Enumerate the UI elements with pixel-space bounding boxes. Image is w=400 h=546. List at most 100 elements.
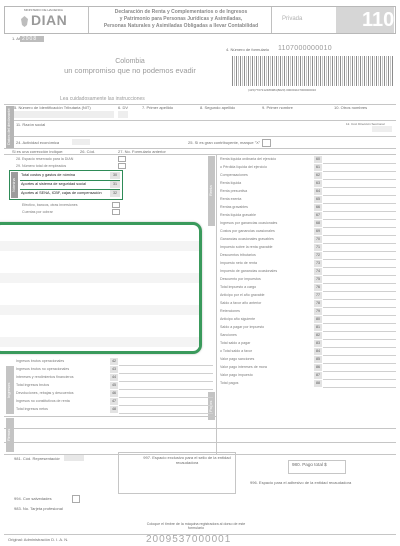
right-row-64-field[interactable] [323,188,396,196]
right-row-75-field[interactable] [323,276,396,284]
right-row-85-field[interactable] [323,356,396,364]
left-row-29-label: 29. Número total de empleados [16,164,67,168]
nomina-row-30-num: 30 [110,172,120,179]
right-row-68-num: 68 [314,220,322,227]
section-nomina: Nómina [11,172,18,198]
right-row-84-num: 84 [314,348,322,355]
divider [4,442,396,443]
right-row-87-label: Valor pago impuesto [220,373,253,377]
left-row-29-field[interactable] [118,163,126,169]
right-row-88-field[interactable] [323,380,396,388]
left-row-33-field[interactable] [112,202,120,208]
section-datos-label: Datos del declarante [6,108,11,146]
right-row-79-field[interactable] [323,308,396,316]
right-row-76-field[interactable] [323,284,396,292]
right-row-65-field[interactable] [323,196,396,204]
left-row-42-num: 42 [110,358,118,365]
right-row-78-num: 78 [314,300,322,307]
instructions-note: Lea cuidadosamente las instrucciones [60,96,145,102]
right-row-82-num: 82 [314,332,322,339]
left-row-44-label: Intereses y rendimientos financieros [16,375,74,379]
cod-direccion-field[interactable] [372,126,392,132]
section-ingresos: Ingresos [6,366,14,414]
left-row-46-field[interactable] [119,390,213,398]
right-row-67-num: 67 [314,212,322,219]
right-row-61-field[interactable] [323,164,396,172]
right-row-70-field[interactable] [323,236,396,244]
actividad-field[interactable] [72,139,90,145]
dian-logo: MINISTERIO DE HACIENDA DIAN [18,8,78,32]
left-row-34-field[interactable] [112,209,120,215]
gran-contribuyente-checkbox[interactable] [262,139,271,147]
right-row-72-field[interactable] [323,252,396,260]
left-row-48-field[interactable] [119,406,213,414]
right-row-70-num: 70 [314,236,322,243]
form-code-value: 1107000000010 [278,45,332,52]
right-row-82-field[interactable] [323,332,396,340]
right-row-84-field[interactable] [323,348,396,356]
right-row-77-field[interactable] [323,292,396,300]
divider [4,428,396,429]
right-row-71-label: Impuesto sobre la renta gravable [220,245,273,249]
divider [14,136,396,137]
overlay-row-band [0,241,199,251]
left-row-47-field[interactable] [119,398,213,406]
right-row-83-field[interactable] [323,340,396,348]
year-value: 2008 [22,36,38,42]
overlay-row-band [0,273,199,283]
right-row-68-field[interactable] [323,220,396,228]
section-firma-label: Firmas [6,428,11,442]
right-row-75-num: 75 [314,276,322,283]
firma-contador-checkbox[interactable] [72,495,80,503]
right-row-81-field[interactable] [323,324,396,332]
right-row-62-field[interactable] [323,172,396,180]
left-row-45-field[interactable] [119,382,213,390]
right-row-73-field[interactable] [323,260,396,268]
sello-box: 997. Espacio exclusivo para el sello de … [118,452,236,494]
left-row-28-label: 28. Espacio reservado para la DIAN [16,157,74,161]
right-row-72-num: 72 [314,252,322,259]
right-row-72-label: Descuentos tributarios [220,253,256,257]
sello-label: 997. Espacio exclusivo para el sello de … [143,455,231,465]
right-row-61-num: 61 [314,164,322,171]
right-row-74-field[interactable] [323,268,396,276]
right-row-80-field[interactable] [323,316,396,324]
left-row-34-label: Cuentas por cobrar [22,210,53,214]
section-ingresos-label: Ingresos [6,382,11,398]
right-row-86-field[interactable] [323,364,396,372]
right-row-80-label: Anticipo año siguiente [220,317,256,321]
left-row-42-field[interactable] [119,358,213,366]
left-row-44-field[interactable] [119,374,213,382]
form-number: 110 [362,9,395,31]
year-value-field[interactable]: 2008 [20,36,44,42]
right-row-68-label: Ingresos por ganancias ocasionales [220,221,278,225]
section-datos-declarante: Datos del declarante [6,106,14,148]
slogan-line-2: un compromiso que no podemos evadir [64,66,196,75]
right-row-60-field[interactable] [323,156,396,164]
left-row-43-label: Ingresos brutos no operacionales [16,367,70,371]
right-row-66-field[interactable] [323,204,396,212]
right-row-67-field[interactable] [323,212,396,220]
nit-field[interactable] [14,111,114,118]
right-row-76-label: Total impuesto a cargo [220,285,257,289]
right-row-63-field[interactable] [323,180,396,188]
dv-field[interactable] [118,111,128,118]
footer-barcode-number: 2009537000001 [146,534,232,545]
pago-total-field[interactable] [288,460,346,474]
right-row-83-num: 83 [314,340,322,347]
left-row-48-label: Total ingresos netos [16,407,48,411]
overlay-row-band [0,305,199,315]
right-row-64-label: Renta presuntiva [220,189,248,193]
firma-declarante-field[interactable] [64,455,84,461]
right-row-87-field[interactable] [323,372,396,380]
form-code-label: 4. Número de formulario [226,47,270,52]
right-row-67-label: Renta líquida gravable [220,213,256,217]
right-row-69-field[interactable] [323,228,396,236]
overlay-panel[interactable] [0,222,202,354]
section-nomina-label: Nómina [11,178,16,192]
right-row-85-num: 85 [314,356,322,363]
left-row-43-field[interactable] [119,366,213,374]
right-row-78-field[interactable] [323,300,396,308]
left-row-28-field[interactable] [118,156,126,162]
right-row-71-field[interactable] [323,244,396,252]
